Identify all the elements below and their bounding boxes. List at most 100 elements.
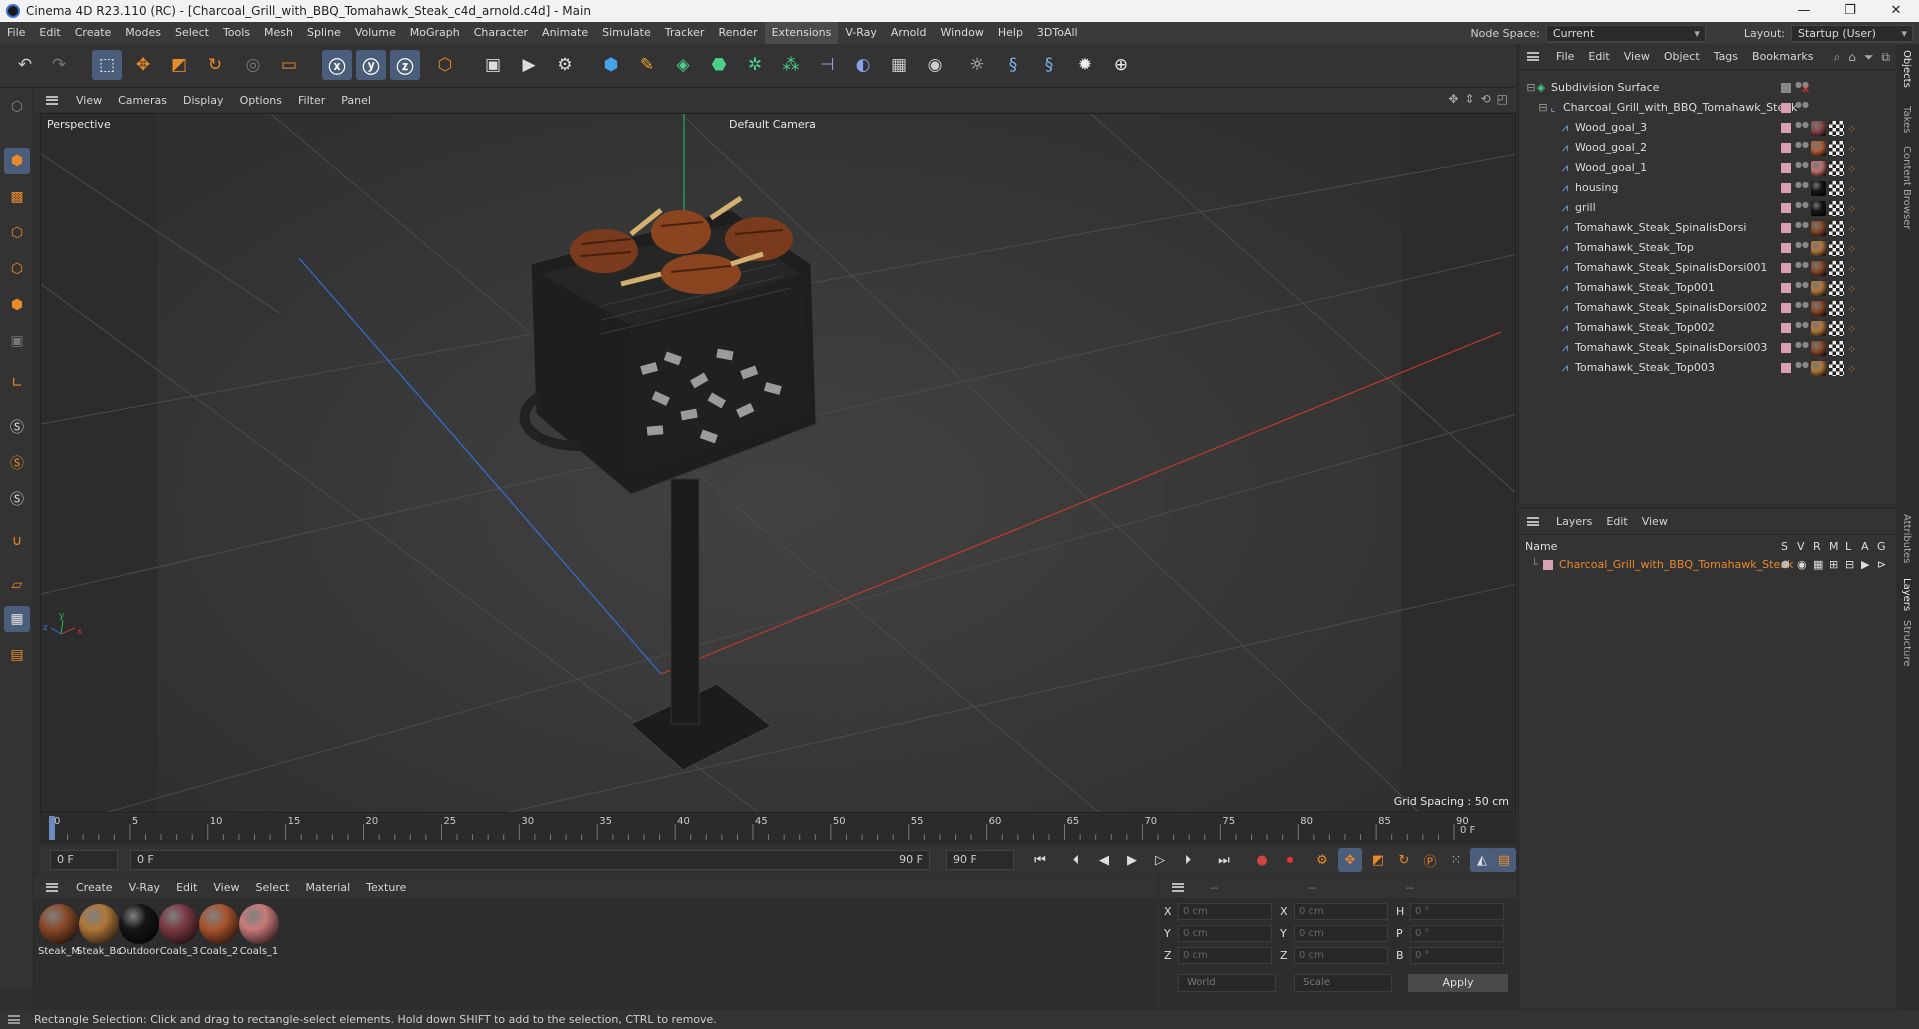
visibility-toggle[interactable]: ●● bbox=[1795, 141, 1809, 155]
arnold-tag-icon[interactable]: ⁘ bbox=[1847, 140, 1856, 160]
globe-icon[interactable]: ⊕ bbox=[1106, 50, 1136, 80]
object-layer-color[interactable] bbox=[1781, 363, 1791, 373]
filter-icon[interactable]: ⏷ bbox=[1864, 50, 1874, 65]
motion-system-icon[interactable]: ◭ bbox=[1470, 848, 1494, 872]
uvw-tag-icon[interactable] bbox=[1829, 181, 1844, 196]
object-name[interactable]: Tomahawk_Steak_Top003 bbox=[1575, 358, 1715, 378]
arnold-tag-icon[interactable]: ⁘ bbox=[1847, 180, 1856, 200]
tab-takes[interactable]: Takes bbox=[1901, 106, 1912, 133]
uvw-tag-icon[interactable] bbox=[1829, 241, 1844, 256]
arnold-tag-icon[interactable]: ⁘ bbox=[1847, 300, 1856, 320]
object-layer-color[interactable] bbox=[1781, 283, 1791, 293]
object-name[interactable]: housing bbox=[1575, 178, 1618, 198]
menu-tools[interactable]: Tools bbox=[216, 22, 257, 44]
object-name[interactable]: Tomahawk_Steak_SpinalisDorsi002 bbox=[1575, 298, 1767, 318]
visibility-toggle[interactable]: ●● bbox=[1795, 201, 1809, 215]
menu-v-ray[interactable]: V-Ray bbox=[838, 22, 884, 44]
material-menu-create[interactable]: Create bbox=[68, 881, 121, 894]
frame-range-slider[interactable]: 0 F 90 F bbox=[130, 850, 930, 870]
pan-icon[interactable]: ✥ bbox=[1448, 92, 1458, 106]
material-menu-material[interactable]: Material bbox=[297, 881, 358, 894]
status-menu-icon[interactable] bbox=[8, 1015, 20, 1024]
viewport-menu-panel[interactable]: Panel bbox=[333, 94, 379, 107]
workplane-icon[interactable]: ▱ bbox=[4, 572, 30, 598]
close-button[interactable]: ✕ bbox=[1873, 0, 1919, 22]
home-icon[interactable]: ⌂ bbox=[1848, 50, 1856, 65]
menu-spline[interactable]: Spline bbox=[300, 22, 348, 44]
record-keys-icon[interactable]: ● bbox=[1250, 848, 1274, 872]
visibility-toggle[interactable]: ●● bbox=[1795, 261, 1809, 275]
layer-generator-icon[interactable]: ⊳ bbox=[1877, 555, 1886, 575]
tab-layers[interactable]: Layers bbox=[1901, 578, 1912, 611]
menu-volume[interactable]: Volume bbox=[348, 22, 403, 44]
tab-structure[interactable]: Structure bbox=[1901, 620, 1912, 667]
layer-animation-icon[interactable]: ▶ bbox=[1861, 555, 1869, 575]
object-layer-color[interactable] bbox=[1781, 223, 1791, 233]
visibility-toggle[interactable]: ●● bbox=[1795, 161, 1809, 175]
material-tag-icon[interactable] bbox=[1811, 121, 1826, 136]
layer-visible-icon[interactable]: ◉ bbox=[1797, 555, 1807, 575]
render-view-icon[interactable]: ▣ bbox=[478, 50, 508, 80]
object-name[interactable]: Tomahawk_Steak_SpinalisDorsi001 bbox=[1575, 258, 1767, 278]
render-picture-viewer-icon[interactable]: ▶ bbox=[514, 50, 544, 80]
menu-3dtoall[interactable]: 3DToAll bbox=[1030, 22, 1085, 44]
arnold-tag-icon[interactable]: ⁘ bbox=[1847, 160, 1856, 180]
material-tag-icon[interactable] bbox=[1811, 321, 1826, 336]
menu-mograph[interactable]: MoGraph bbox=[403, 22, 467, 44]
model-mode-icon[interactable]: ⬢ bbox=[4, 148, 30, 174]
floor-icon[interactable]: ▦ bbox=[884, 50, 914, 80]
next-frame-icon[interactable]: ▷ bbox=[1148, 848, 1172, 872]
material-tag-icon[interactable] bbox=[1811, 261, 1826, 276]
end-frame-field[interactable]: 90 F bbox=[946, 850, 1014, 870]
material-menu-icon[interactable] bbox=[46, 882, 58, 892]
object-name[interactable]: grill bbox=[1575, 198, 1596, 218]
key-position-icon[interactable]: ✥ bbox=[1338, 848, 1362, 872]
object-row[interactable]: ⩘ Wood_goal_2 ●● ⁘ bbox=[1519, 138, 1897, 158]
make-editable-icon[interactable]: ⬡ bbox=[4, 94, 30, 120]
object-layer-color[interactable] bbox=[1781, 343, 1791, 353]
recent-tool-icon[interactable]: ◎ bbox=[238, 50, 268, 80]
arnold-tag-icon[interactable]: ⁘ bbox=[1847, 200, 1856, 220]
object-layer-color[interactable] bbox=[1781, 323, 1791, 333]
object-menu-bookmarks[interactable]: Bookmarks bbox=[1745, 50, 1820, 63]
object-name[interactable]: Tomahawk_Steak_Top bbox=[1575, 238, 1694, 258]
uvw-tag-icon[interactable] bbox=[1829, 281, 1844, 296]
menu-file[interactable]: File bbox=[0, 22, 32, 44]
move-icon[interactable]: ✥ bbox=[128, 50, 158, 80]
prev-frame-icon[interactable]: ◀ bbox=[1092, 848, 1116, 872]
arnold-tag-icon[interactable]: ⁘ bbox=[1847, 220, 1856, 240]
material-tag-icon[interactable] bbox=[1811, 301, 1826, 316]
object-layer-color[interactable] bbox=[1781, 123, 1791, 133]
uvw-tag-icon[interactable] bbox=[1829, 301, 1844, 316]
object-menu-edit[interactable]: Edit bbox=[1581, 50, 1616, 63]
goto-end-icon[interactable]: ⏭ bbox=[1212, 848, 1236, 872]
material-tag-icon[interactable] bbox=[1811, 241, 1826, 256]
menu-window[interactable]: Window bbox=[933, 22, 990, 44]
layer-row[interactable]: └ Charcoal_Grill_with_BBQ_Tomahawk_Steak… bbox=[1519, 555, 1897, 575]
arnold-tag-icon[interactable]: ⁘ bbox=[1847, 260, 1856, 280]
disable-x-icon[interactable]: ✕ bbox=[1801, 80, 1810, 100]
object-row[interactable]: ⩘ Tomahawk_Steak_Top ●● ⁘ bbox=[1519, 238, 1897, 258]
object-layer-color[interactable] bbox=[1781, 163, 1791, 173]
uvw-tag-icon[interactable] bbox=[1829, 321, 1844, 336]
object-row[interactable]: ⩘ Wood_goal_1 ●● ⁘ bbox=[1519, 158, 1897, 178]
material-menu-edit[interactable]: Edit bbox=[168, 881, 205, 894]
object-menu-file[interactable]: File bbox=[1549, 50, 1581, 63]
key-pla-icon[interactable]: ⁙ bbox=[1444, 848, 1468, 872]
coordinate-mode-select[interactable]: World bbox=[1178, 974, 1276, 992]
pos-z-field[interactable]: 0 cm bbox=[1178, 946, 1272, 964]
menu-select[interactable]: Select bbox=[168, 22, 216, 44]
menu-extensions[interactable]: Extensions bbox=[764, 22, 839, 44]
object-row[interactable]: ⩘ Tomahawk_Steak_Top003 ●● ⁘ bbox=[1519, 358, 1897, 378]
cube-icon[interactable]: ⬢ bbox=[596, 50, 626, 80]
object-row[interactable]: ⩘ Tomahawk_Steak_SpinalisDorsi001 ●● ⁘ bbox=[1519, 258, 1897, 278]
layer-render-icon[interactable]: ▦ bbox=[1813, 555, 1823, 575]
object-layer-color[interactable] bbox=[1781, 103, 1791, 113]
new-window-icon[interactable]: ⧉ bbox=[1881, 50, 1890, 65]
material-swatch[interactable]: Coals_1 bbox=[236, 904, 282, 957]
playhead[interactable] bbox=[49, 816, 55, 840]
menu-character[interactable]: Character bbox=[467, 22, 535, 44]
object-layer-color[interactable] bbox=[1781, 143, 1791, 153]
visibility-toggle[interactable]: ●● bbox=[1795, 281, 1809, 295]
scale-icon[interactable]: ◩ bbox=[164, 50, 194, 80]
